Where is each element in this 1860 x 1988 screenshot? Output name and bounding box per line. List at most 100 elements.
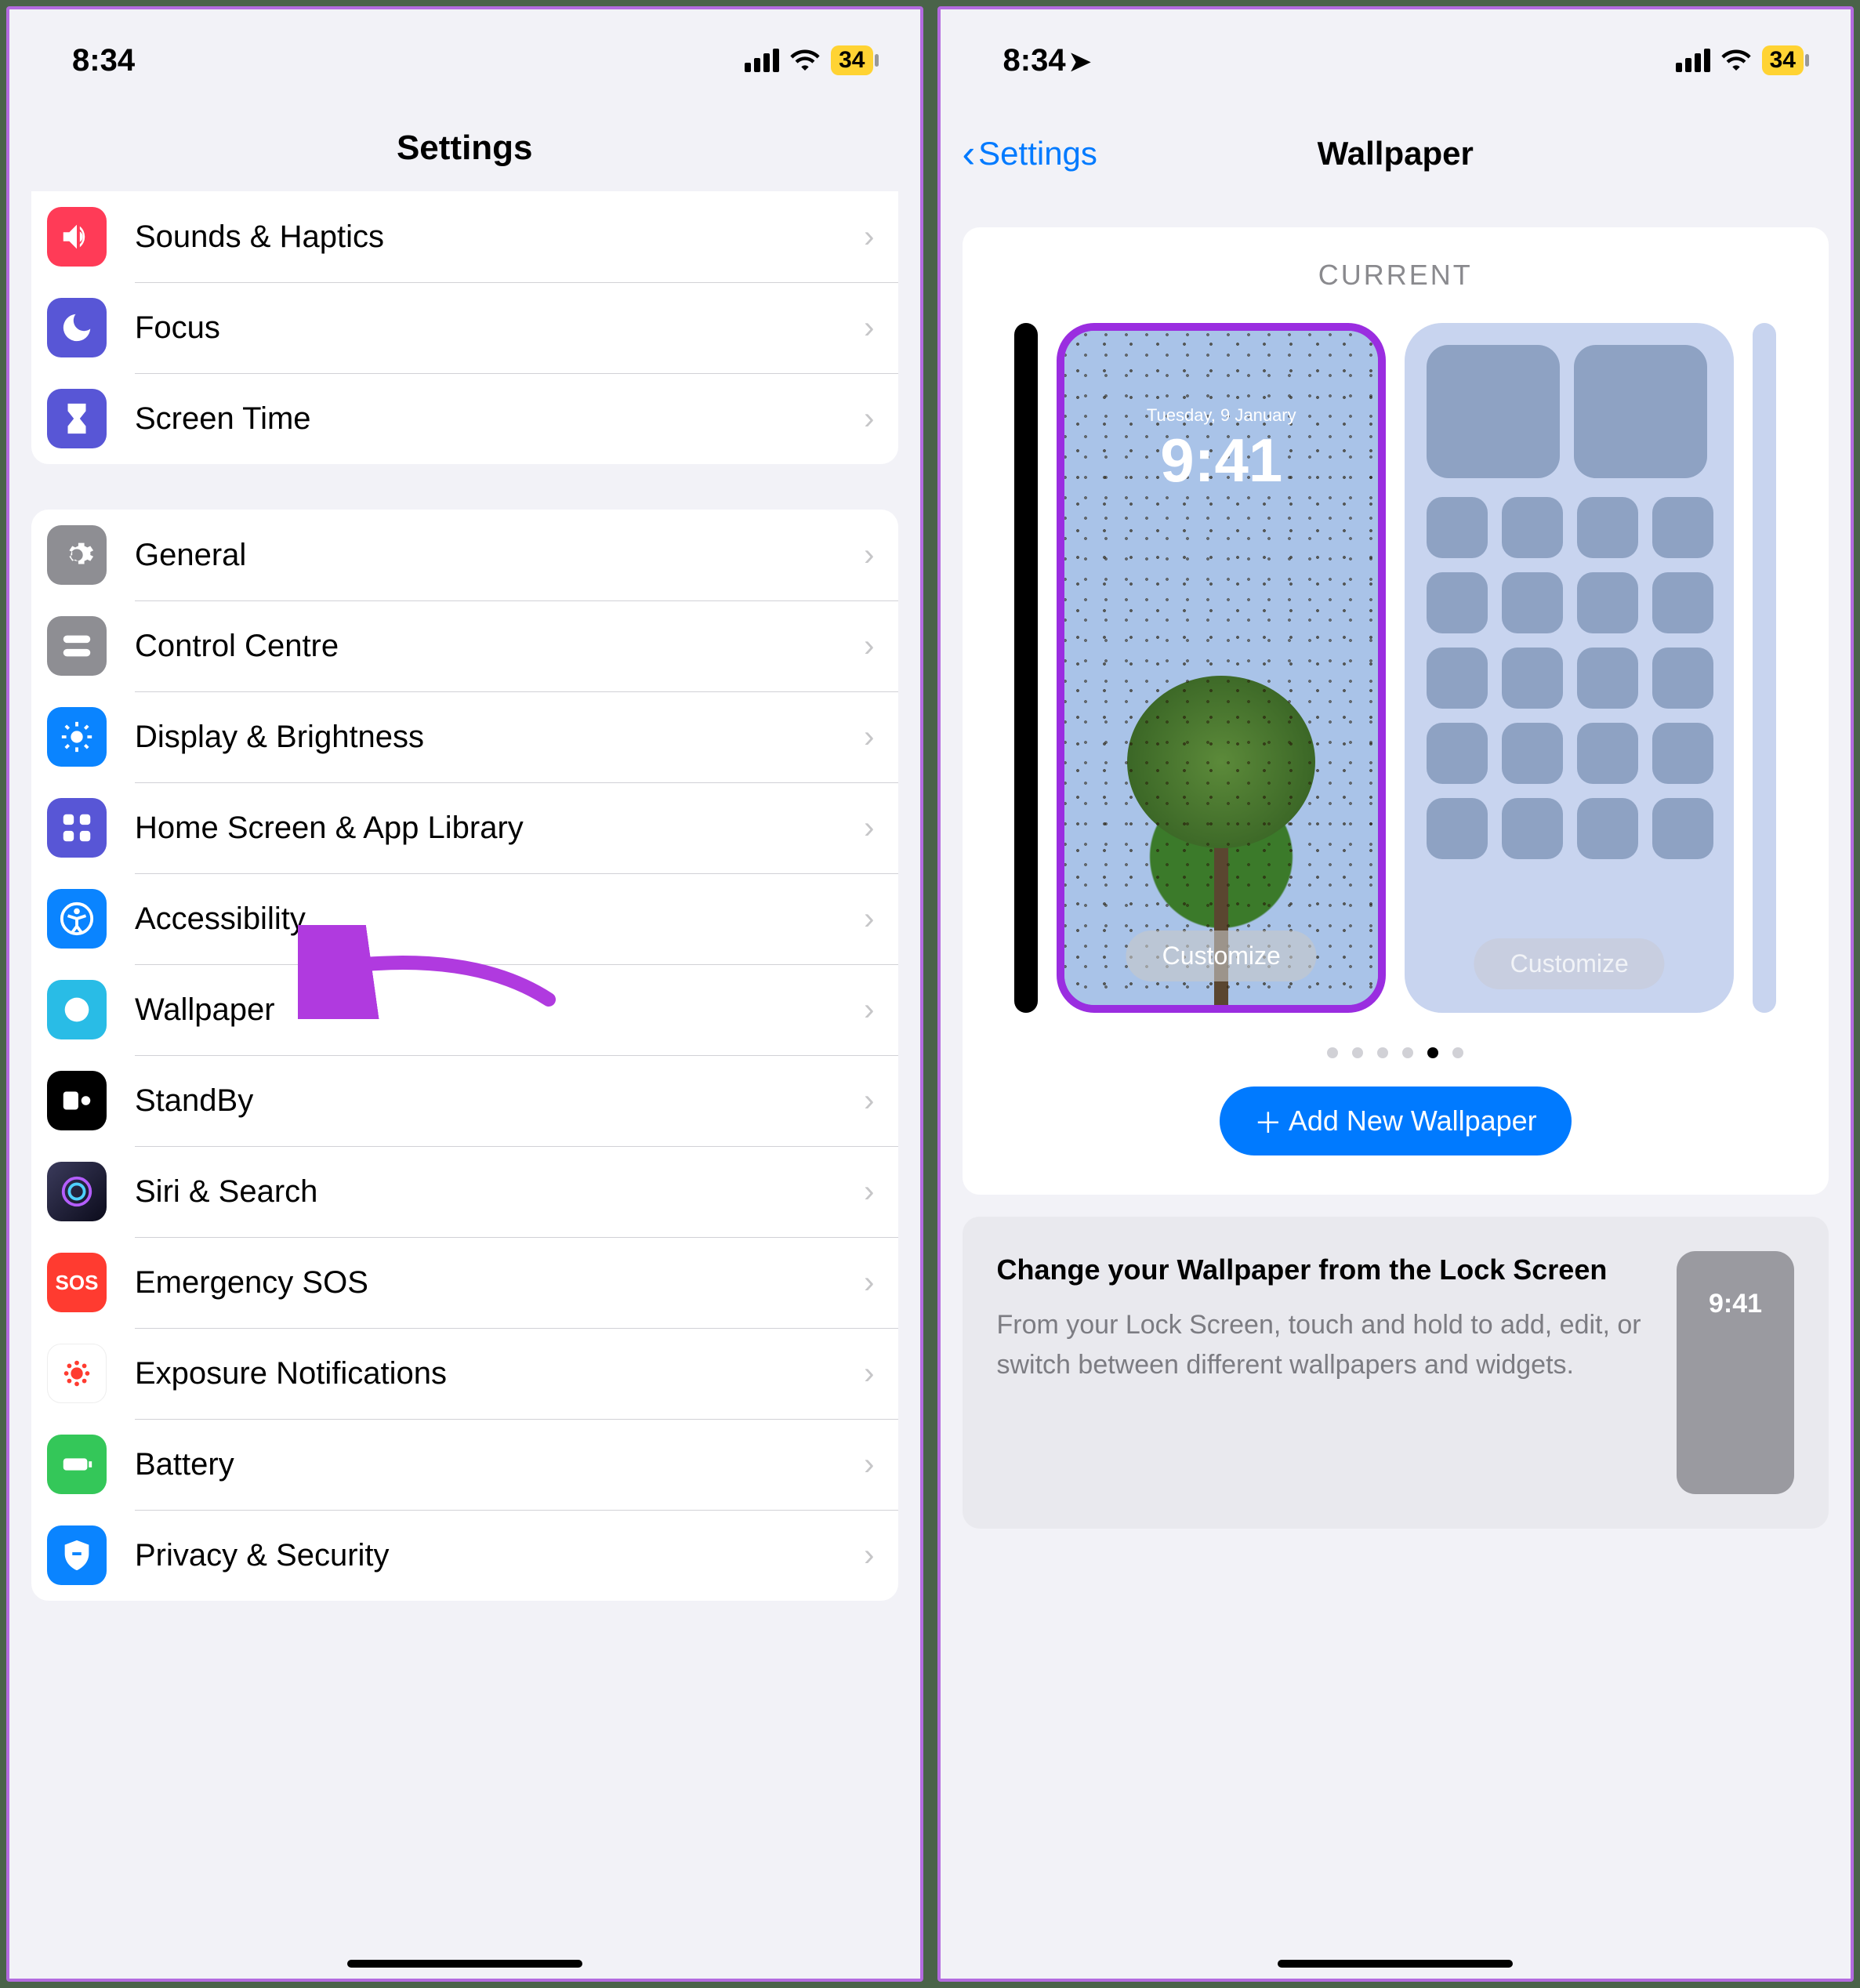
- row-control-centre[interactable]: Control Centre ›: [31, 600, 898, 691]
- row-label: Exposure Notifications: [135, 1356, 864, 1391]
- row-display[interactable]: Display & Brightness ›: [31, 691, 898, 782]
- row-label: Wallpaper: [135, 992, 864, 1028]
- chevron-right-icon: ›: [864, 1174, 874, 1210]
- widget-placeholder: [1427, 345, 1560, 478]
- standby-icon: [47, 1071, 107, 1130]
- chevron-right-icon: ›: [864, 811, 874, 846]
- exposure-icon: [47, 1344, 107, 1403]
- lock-date: Tuesday, 9 January: [1064, 405, 1378, 426]
- lock-screen-preview[interactable]: Tuesday, 9 January 9:41 Customize: [1057, 323, 1386, 1013]
- battery-indicator: 34: [831, 45, 872, 75]
- row-sounds[interactable]: Sounds & Haptics ›: [31, 191, 898, 282]
- chevron-right-icon: ›: [864, 1447, 874, 1482]
- control-centre-icon: [47, 616, 107, 676]
- chevron-right-icon: ›: [864, 401, 874, 437]
- row-label: Accessibility: [135, 901, 864, 937]
- nav-bar: ‹ Settings Wallpaper: [941, 111, 1851, 196]
- wallpaper-screen: 8:34➤ 34 ‹ Settings Wallpaper CURRENT Tu: [937, 6, 1855, 1982]
- home-screen-icon: [47, 798, 107, 858]
- next-wallpaper-peek[interactable]: [1753, 323, 1776, 1013]
- tip-title: Change your Wallpaper from the Lock Scre…: [997, 1251, 1654, 1290]
- page-dots[interactable]: [963, 1047, 1829, 1058]
- screen-time-icon: [47, 389, 107, 448]
- siri-icon: [47, 1162, 107, 1221]
- row-label: Siri & Search: [135, 1174, 864, 1210]
- row-label: General: [135, 538, 864, 573]
- chevron-right-icon: ›: [864, 629, 874, 664]
- tip-body: From your Lock Screen, touch and hold to…: [997, 1305, 1654, 1385]
- chevron-right-icon: ›: [864, 219, 874, 255]
- accessibility-icon: [47, 889, 107, 949]
- lock-time: 9:41: [1064, 425, 1378, 496]
- row-exposure[interactable]: Exposure Notifications ›: [31, 1328, 898, 1419]
- row-label: Control Centre: [135, 629, 864, 664]
- row-accessibility[interactable]: Accessibility ›: [31, 873, 898, 964]
- wifi-icon: [1721, 43, 1751, 78]
- signal-icon: [745, 49, 779, 72]
- row-general[interactable]: General ›: [31, 510, 898, 600]
- status-time: 8:34➤: [1003, 43, 1092, 78]
- row-label: Emergency SOS: [135, 1265, 864, 1301]
- row-siri[interactable]: Siri & Search ›: [31, 1146, 898, 1237]
- chevron-right-icon: ›: [864, 992, 874, 1028]
- chevron-right-icon: ›: [864, 1265, 874, 1301]
- general-icon: [47, 525, 107, 585]
- prev-wallpaper-peek[interactable]: [1014, 323, 1038, 1013]
- chevron-right-icon: ›: [864, 538, 874, 573]
- add-label: Add New Wallpaper: [1289, 1105, 1537, 1137]
- display-icon: [47, 707, 107, 767]
- tip-thumbnail: 9:41: [1677, 1251, 1794, 1494]
- customize-lock-button[interactable]: Customize: [1126, 931, 1317, 981]
- row-label: Focus: [135, 310, 864, 346]
- wifi-icon: [790, 43, 820, 78]
- chevron-right-icon: ›: [864, 720, 874, 755]
- row-home-screen[interactable]: Home Screen & App Library ›: [31, 782, 898, 873]
- plus-icon: ＋: [1254, 1101, 1282, 1141]
- sounds-icon: [47, 207, 107, 267]
- home-screen-preview[interactable]: Customize: [1405, 323, 1734, 1013]
- chevron-right-icon: ›: [864, 1356, 874, 1391]
- chevron-left-icon: ‹: [963, 131, 976, 176]
- current-header: CURRENT: [963, 259, 1829, 292]
- status-right: 34: [1676, 43, 1804, 78]
- row-label: Sounds & Haptics: [135, 219, 864, 255]
- row-wallpaper[interactable]: Wallpaper ›: [31, 964, 898, 1055]
- focus-icon: [47, 298, 107, 357]
- status-right: 34: [745, 43, 872, 78]
- chevron-right-icon: ›: [864, 1538, 874, 1573]
- widget-placeholder: [1574, 345, 1707, 478]
- row-standby[interactable]: StandBy ›: [31, 1055, 898, 1146]
- settings-screen: 8:34 34 Settings Sounds & Haptics › Focu…: [6, 6, 923, 1982]
- location-icon: ➤: [1069, 47, 1092, 77]
- row-label: Home Screen & App Library: [135, 811, 864, 846]
- row-label: Display & Brightness: [135, 720, 864, 755]
- row-privacy[interactable]: Privacy & Security ›: [31, 1510, 898, 1601]
- row-focus[interactable]: Focus ›: [31, 282, 898, 373]
- chevron-right-icon: ›: [864, 901, 874, 937]
- lock-screen-tip-card: Change your Wallpaper from the Lock Scre…: [963, 1217, 1829, 1529]
- row-label: StandBy: [135, 1083, 864, 1119]
- status-time: 8:34: [72, 43, 135, 78]
- status-bar: 8:34 34: [9, 9, 920, 111]
- wallpaper-previews[interactable]: Tuesday, 9 January 9:41 Customize Custom…: [963, 323, 1829, 1013]
- sos-icon: SOS: [47, 1253, 107, 1312]
- nav-bar: Settings: [9, 111, 920, 191]
- tip-thumbnail-time: 9:41: [1709, 1289, 1762, 1494]
- page-title: Settings: [9, 129, 920, 168]
- back-button[interactable]: ‹ Settings: [963, 131, 1097, 176]
- battery-icon: [47, 1435, 107, 1494]
- row-emergency-sos[interactable]: SOS Emergency SOS ›: [31, 1237, 898, 1328]
- customize-home-button[interactable]: Customize: [1474, 938, 1665, 989]
- back-label: Settings: [978, 135, 1097, 172]
- add-new-wallpaper-button[interactable]: ＋ Add New Wallpaper: [1220, 1087, 1572, 1155]
- settings-group-2: General › Control Centre › Display & Bri…: [31, 510, 898, 1601]
- current-wallpaper-card: CURRENT Tuesday, 9 January 9:41 Customiz…: [963, 227, 1829, 1195]
- signal-icon: [1676, 49, 1710, 72]
- home-indicator[interactable]: [1278, 1960, 1513, 1968]
- status-bar: 8:34➤ 34: [941, 9, 1851, 111]
- chevron-right-icon: ›: [864, 1083, 874, 1119]
- row-battery[interactable]: Battery ›: [31, 1419, 898, 1510]
- row-screen-time[interactable]: Screen Time ›: [31, 373, 898, 464]
- home-indicator[interactable]: [347, 1960, 582, 1968]
- chevron-right-icon: ›: [864, 310, 874, 346]
